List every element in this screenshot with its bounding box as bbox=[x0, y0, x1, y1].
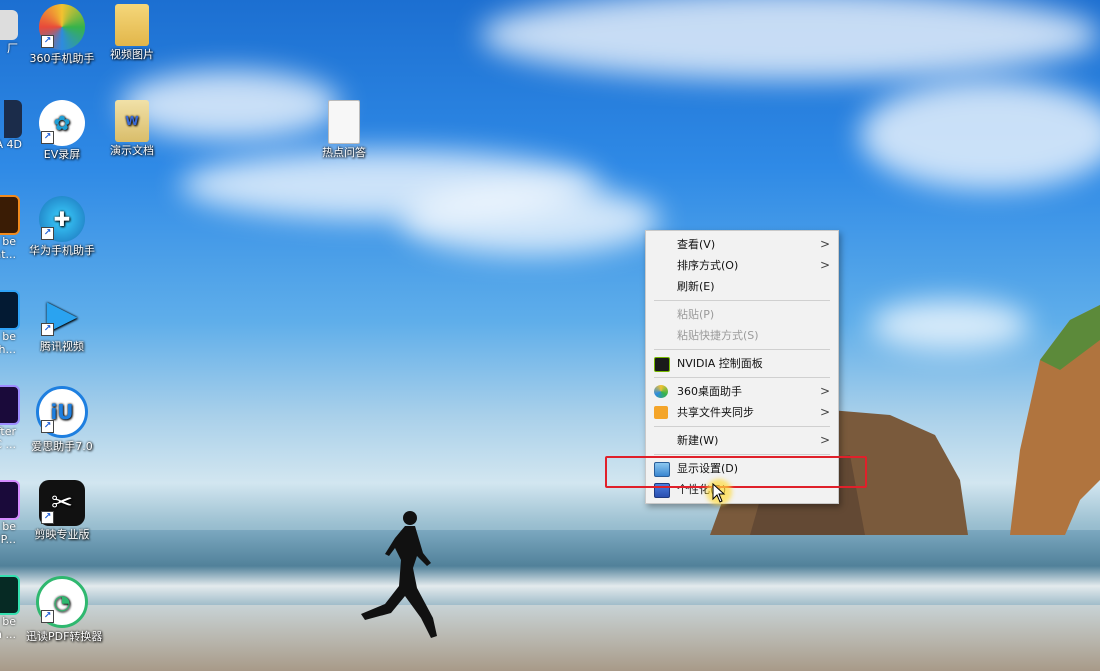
desktop-icon-label: A 4D bbox=[0, 138, 22, 151]
nvidia-icon bbox=[654, 357, 670, 372]
menu-item-label: 查看(V) bbox=[677, 238, 716, 251]
desktop-icon-clipped[interactable]: be h ... bbox=[0, 575, 20, 641]
desktop-icon-label: 迅读PDF转换器 bbox=[26, 630, 103, 643]
desktop-background[interactable]: 厂 A 4D be at... be sh... After CC ... be… bbox=[0, 0, 1100, 671]
desktop-icon-label: 360手机助手 bbox=[29, 52, 95, 65]
desktop-icon-hot-qa[interactable]: 热点问答 bbox=[308, 100, 380, 159]
desktop-icon-clipped[interactable]: After CC ... bbox=[0, 385, 20, 451]
desktop-icon-ev-recorder[interactable]: ✿ ↗ EV录屏 bbox=[26, 100, 98, 161]
menu-item-label: 排序方式(O) bbox=[677, 259, 739, 272]
menu-separator bbox=[654, 377, 830, 378]
desktop-icon-jianying[interactable]: ✂ ↗ 剪映专业版 bbox=[26, 480, 98, 541]
sea bbox=[0, 530, 1100, 610]
highlight-annotation-box bbox=[605, 456, 867, 488]
folder-icon bbox=[115, 4, 149, 46]
menu-item-refresh[interactable]: 刷新(E) bbox=[646, 276, 838, 297]
desktop-icon-huawei-assistant[interactable]: ✚ ↗ 华为手机助手 bbox=[26, 196, 98, 257]
app-icon bbox=[0, 10, 18, 40]
desktop-icon-label: 华为手机助手 bbox=[29, 244, 95, 257]
rock-arch-right bbox=[1010, 305, 1100, 535]
i4-assistant-icon: iU ↗ bbox=[36, 386, 88, 438]
chevron-right-icon: > bbox=[819, 258, 830, 272]
menu-item-new[interactable]: 新建(W) > bbox=[646, 430, 838, 451]
desktop-icon-label: 腾讯视频 bbox=[40, 340, 84, 353]
pointer-arrow-icon bbox=[712, 483, 726, 503]
menu-item-label: NVIDIA 控制面板 bbox=[677, 357, 763, 370]
desktop-icon-label: EV录屏 bbox=[43, 148, 81, 161]
desktop-icon-i4-assistant[interactable]: iU ↗ 爱思助手7.0 bbox=[26, 386, 98, 453]
desktop-icon-label: at... bbox=[0, 248, 16, 261]
ev-recorder-icon: ✿ ↗ bbox=[39, 100, 85, 146]
desktop-icon-pdf-converter[interactable]: ◔ ↗ 迅读PDF转换器 bbox=[26, 576, 103, 643]
desktop-icon-tencent-video[interactable]: ▶ ↗ 腾讯视频 bbox=[26, 292, 98, 354]
desktop-icon-label: re P... bbox=[0, 533, 16, 546]
desktop-icon-label: be bbox=[2, 235, 16, 248]
desktop-icon-clipped[interactable]: 厂 bbox=[0, 10, 18, 56]
desktop-icon-label: be bbox=[2, 330, 16, 343]
document-icon: W bbox=[115, 100, 149, 142]
360-phone-assistant-icon: ↗ bbox=[39, 4, 85, 50]
cloud bbox=[400, 185, 660, 255]
huawei-assistant-icon: ✚ ↗ bbox=[39, 196, 85, 242]
menu-item-label: 粘贴(P) bbox=[677, 308, 715, 321]
premiere-icon bbox=[0, 480, 20, 520]
desktop-icon-label: 剪映专业版 bbox=[34, 528, 90, 541]
tencent-video-icon: ▶ ↗ bbox=[39, 292, 85, 338]
desktop-icon-label: be bbox=[2, 520, 16, 533]
desktop-icon-label: 厂 bbox=[7, 42, 18, 55]
menu-item-view[interactable]: 查看(V) > bbox=[646, 234, 838, 255]
desktop-icon-360-phone-assistant[interactable]: ↗ 360手机助手 bbox=[26, 4, 98, 65]
menu-separator bbox=[654, 426, 830, 427]
menu-item-nvidia-control-panel[interactable]: NVIDIA 控制面板 bbox=[646, 353, 838, 374]
illustrator-icon bbox=[0, 195, 20, 235]
desktop-icon-clipped[interactable]: be sh... bbox=[0, 290, 20, 356]
desktop-icon-clipped[interactable]: be at... bbox=[0, 195, 20, 261]
desktop-icon-label: be bbox=[2, 615, 16, 628]
desktop-icon-label: After bbox=[0, 425, 16, 438]
cloud bbox=[860, 80, 1100, 190]
after-effects-icon bbox=[0, 385, 20, 425]
desktop-icon-label: sh... bbox=[0, 343, 16, 356]
runner-silhouette bbox=[361, 511, 437, 638]
cinema4d-icon bbox=[4, 100, 22, 138]
desktop-icon-label: 爱思助手7.0 bbox=[31, 440, 93, 453]
desktop-icon-presentation-docs[interactable]: W 演示文档 bbox=[96, 100, 168, 157]
chevron-right-icon: > bbox=[819, 433, 830, 447]
menu-item-label: 360桌面助手 bbox=[677, 385, 742, 398]
menu-item-label: 共享文件夹同步 bbox=[677, 406, 754, 419]
chevron-right-icon: > bbox=[819, 405, 830, 419]
menu-item-paste-shortcut[interactable]: 粘贴快捷方式(S) bbox=[646, 325, 838, 346]
menu-item-paste[interactable]: 粘贴(P) bbox=[646, 304, 838, 325]
cloud bbox=[480, 0, 1100, 80]
desktop-icon-clipped[interactable]: A 4D bbox=[0, 100, 22, 151]
chevron-right-icon: > bbox=[819, 384, 830, 398]
desktop-icon-label: CC ... bbox=[0, 438, 16, 451]
menu-separator bbox=[654, 349, 830, 350]
menu-item-label: 粘贴快捷方式(S) bbox=[677, 329, 759, 342]
menu-item-360-desktop[interactable]: 360桌面助手 > bbox=[646, 381, 838, 402]
desktop-icon-label: 热点问答 bbox=[322, 146, 366, 159]
menu-separator bbox=[654, 300, 830, 301]
menu-separator bbox=[654, 454, 830, 455]
desktop-icon-clipped[interactable]: be re P... bbox=[0, 480, 20, 546]
desktop-icon-video-pictures[interactable]: 视频图片 bbox=[96, 4, 168, 61]
desktop-icon-label: 视频图片 bbox=[110, 48, 154, 61]
menu-item-label: 新建(W) bbox=[677, 434, 719, 447]
sync-folder-icon bbox=[654, 406, 668, 419]
360-desktop-icon bbox=[654, 385, 668, 398]
text-file-icon bbox=[328, 100, 360, 144]
photoshop-icon bbox=[0, 290, 20, 330]
dreamweaver-icon bbox=[0, 575, 20, 615]
desktop-icon-label: 演示文档 bbox=[110, 144, 154, 157]
desktop-icon-label: h ... bbox=[0, 628, 16, 641]
cloud bbox=[870, 300, 1030, 350]
menu-item-shared-folder-sync[interactable]: 共享文件夹同步 > bbox=[646, 402, 838, 423]
menu-item-sort-by[interactable]: 排序方式(O) > bbox=[646, 255, 838, 276]
pdf-converter-icon: ◔ ↗ bbox=[36, 576, 88, 628]
chevron-right-icon: > bbox=[819, 237, 830, 251]
mouse-cursor bbox=[706, 479, 732, 507]
menu-item-label: 刷新(E) bbox=[677, 280, 715, 293]
beach bbox=[0, 605, 1100, 671]
jianying-icon: ✂ ↗ bbox=[39, 480, 85, 526]
